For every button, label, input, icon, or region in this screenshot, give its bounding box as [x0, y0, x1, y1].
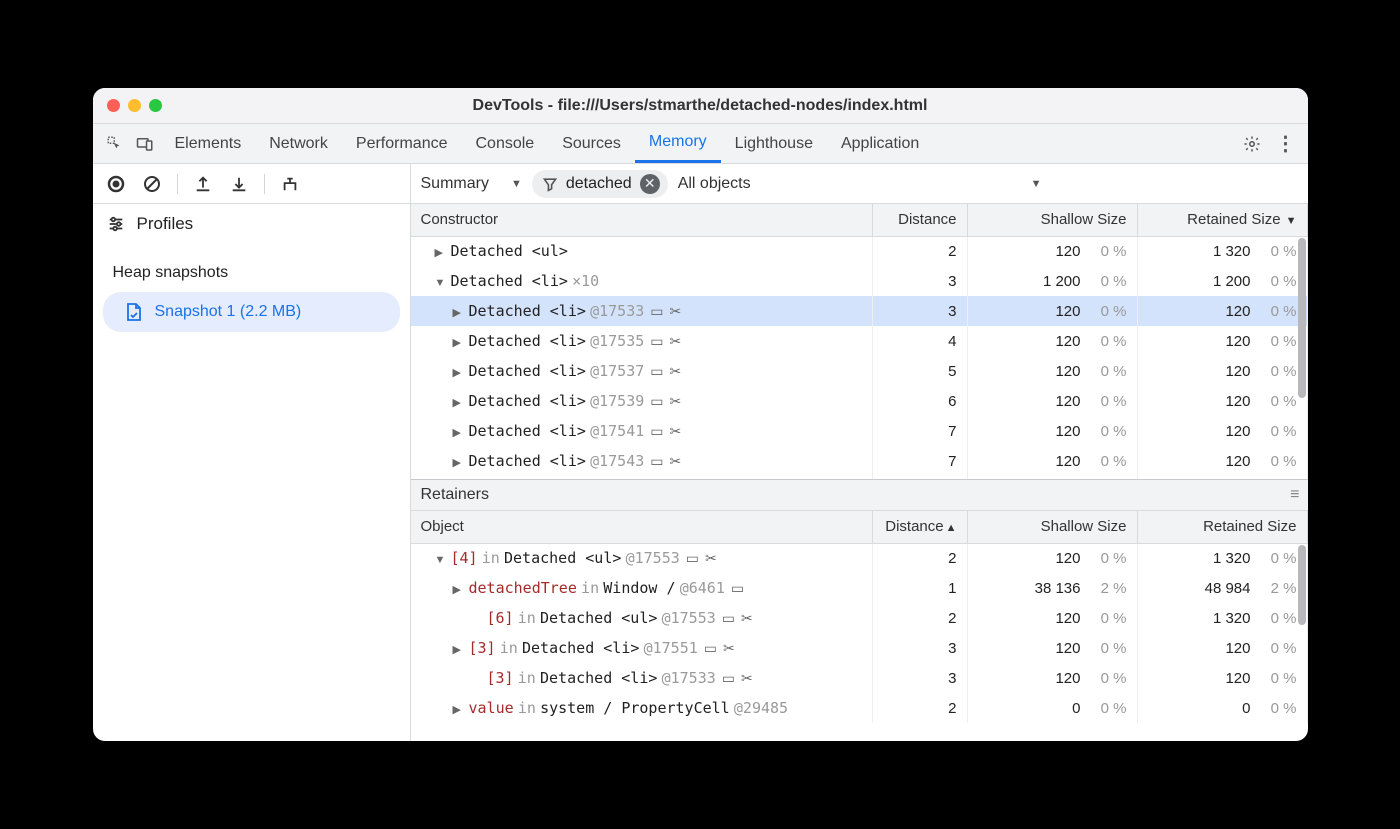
- table-row[interactable]: ▶detachedTree in Window / @6461▭138 1362…: [411, 573, 1308, 603]
- table-row[interactable]: ▶Detached <li> @17541▭✂71200 %1200 %: [411, 416, 1308, 446]
- snapshot-label: Snapshot 1 (2.2 MB): [155, 303, 302, 321]
- constructors-table-wrap: Constructor Distance Shallow Size Retain…: [411, 204, 1308, 479]
- col-distance[interactable]: Distance▲: [872, 511, 967, 543]
- save-icon[interactable]: [224, 169, 254, 199]
- element-icon: ▭: [650, 453, 663, 469]
- window-title: DevTools - file:///Users/stmarthe/detach…: [93, 97, 1308, 115]
- record-icon[interactable]: [101, 169, 131, 199]
- element-icon: ▭: [731, 580, 744, 596]
- tab-console[interactable]: Console: [461, 124, 548, 163]
- class-filter[interactable]: detached ✕: [532, 170, 668, 198]
- col-object[interactable]: Object: [411, 511, 873, 543]
- retainers-header[interactable]: Retainers ≡: [411, 479, 1308, 511]
- table-row[interactable]: ▶Detached <li> @17537▭✂51200 %1200 %: [411, 356, 1308, 386]
- gc-icon[interactable]: [275, 169, 305, 199]
- snapshot-item[interactable]: Snapshot 1 (2.2 MB): [103, 292, 400, 332]
- memory-toolbar: Summary ▼ detached ✕ All objects ▼: [411, 164, 1308, 204]
- scissors-icon: ✂: [723, 640, 735, 656]
- settings-icon[interactable]: [1238, 130, 1266, 158]
- tab-memory[interactable]: Memory: [635, 124, 721, 163]
- panel-tabs: ElementsNetworkPerformanceConsoleSources…: [93, 124, 1308, 164]
- scissors-icon: ✂: [670, 363, 682, 379]
- table-row[interactable]: ▶Detached <li> @17535▭✂41200 %1200 %: [411, 326, 1308, 356]
- tab-sources[interactable]: Sources: [548, 124, 635, 163]
- col-shallow[interactable]: Shallow Size: [967, 204, 1137, 236]
- col-constructor[interactable]: Constructor: [411, 204, 873, 236]
- col-retained[interactable]: Retained Size: [1137, 511, 1307, 543]
- clear-filter-icon[interactable]: ✕: [640, 174, 660, 194]
- profiles-label: Profiles: [137, 214, 194, 234]
- tab-lighthouse[interactable]: Lighthouse: [721, 124, 827, 163]
- constructors-table: Constructor Distance Shallow Size Retain…: [411, 204, 1308, 479]
- tab-elements[interactable]: Elements: [161, 124, 256, 163]
- element-icon: ▭: [650, 363, 663, 379]
- element-icon: ▭: [722, 670, 735, 686]
- maximize-button[interactable]: [149, 99, 162, 112]
- profiles-header[interactable]: Profiles: [93, 204, 410, 244]
- element-icon: ▭: [650, 393, 663, 409]
- filter-text: detached: [566, 175, 632, 193]
- element-icon: ▭: [722, 610, 735, 626]
- scope-dropdown[interactable]: All objects ▼: [678, 175, 1042, 193]
- scissors-icon: ✂: [705, 550, 717, 566]
- titlebar: DevTools - file:///Users/stmarthe/detach…: [93, 88, 1308, 124]
- table-row[interactable]: [6] in Detached <ul> @17553▭✂21200 %1 32…: [411, 603, 1308, 633]
- table-row[interactable]: ▶Detached <ul>21200 %1 3200 %: [411, 236, 1308, 266]
- clear-icon[interactable]: [137, 169, 167, 199]
- chevron-down-icon: ▼: [1031, 178, 1042, 190]
- close-button[interactable]: [107, 99, 120, 112]
- devtools-window: DevTools - file:///Users/stmarthe/detach…: [93, 88, 1308, 741]
- retainers-table-wrap: Object Distance▲ Shallow Size Retained S…: [411, 511, 1308, 741]
- retainers-menu-icon[interactable]: ≡: [1290, 486, 1297, 504]
- view-dropdown[interactable]: Summary ▼: [421, 175, 522, 193]
- device-toolbar-icon[interactable]: [131, 130, 159, 158]
- element-icon: ▭: [650, 303, 663, 319]
- table-row[interactable]: ▶value in system / PropertyCell @2948520…: [411, 693, 1308, 723]
- scissors-icon: ✂: [670, 303, 682, 319]
- table-row[interactable]: ▶Detached <li> @17545▭✂61200 %1200 %: [411, 476, 1308, 479]
- table-row[interactable]: ▶Detached <li> @17533▭✂31200 %1200 %: [411, 296, 1308, 326]
- table-row[interactable]: ▼Detached <li> ×1031 2000 %1 2000 %: [411, 266, 1308, 296]
- table-row[interactable]: ▶Detached <li> @17543▭✂71200 %1200 %: [411, 446, 1308, 476]
- sidebar-group-heap: Heap snapshots: [93, 244, 410, 288]
- table-row[interactable]: ▶Detached <li> @17539▭✂61200 %1200 %: [411, 386, 1308, 416]
- file-icon: [125, 302, 143, 322]
- scissors-icon: ✂: [741, 610, 753, 626]
- more-icon[interactable]: ⋮: [1272, 130, 1300, 158]
- window-controls: [93, 99, 162, 112]
- tune-icon: [107, 215, 125, 233]
- load-icon[interactable]: [188, 169, 218, 199]
- element-icon: ▭: [686, 550, 699, 566]
- filter-icon: [542, 176, 558, 192]
- table-row[interactable]: ▼[4] in Detached <ul> @17553▭✂21200 %1 3…: [411, 543, 1308, 573]
- scissors-icon: ✂: [741, 670, 753, 686]
- col-shallow[interactable]: Shallow Size: [967, 511, 1137, 543]
- chevron-down-icon: ▼: [511, 178, 522, 190]
- scissors-icon: ✂: [670, 393, 682, 409]
- tab-performance[interactable]: Performance: [342, 124, 462, 163]
- scissors-icon: ✂: [670, 453, 682, 469]
- memory-panel: Summary ▼ detached ✕ All objects ▼: [411, 164, 1308, 741]
- element-icon: ▭: [650, 423, 663, 439]
- inspect-icon[interactable]: [101, 130, 129, 158]
- table-row[interactable]: [3] in Detached <li> @17533▭✂31200 %1200…: [411, 663, 1308, 693]
- col-distance[interactable]: Distance: [872, 204, 967, 236]
- tab-network[interactable]: Network: [255, 124, 342, 163]
- col-retained[interactable]: Retained Size ▼: [1137, 204, 1307, 236]
- element-icon: ▭: [704, 640, 717, 656]
- minimize-button[interactable]: [128, 99, 141, 112]
- sidebar-toolbar: [93, 164, 410, 204]
- scissors-icon: ✂: [670, 333, 682, 349]
- table-row[interactable]: ▶[3] in Detached <li> @17551▭✂31200 %120…: [411, 633, 1308, 663]
- tab-application[interactable]: Application: [827, 124, 933, 163]
- scissors-icon: ✂: [670, 423, 682, 439]
- retainers-table: Object Distance▲ Shallow Size Retained S…: [411, 511, 1308, 723]
- profiles-sidebar: Profiles Heap snapshots Snapshot 1 (2.2 …: [93, 164, 411, 741]
- element-icon: ▭: [650, 333, 663, 349]
